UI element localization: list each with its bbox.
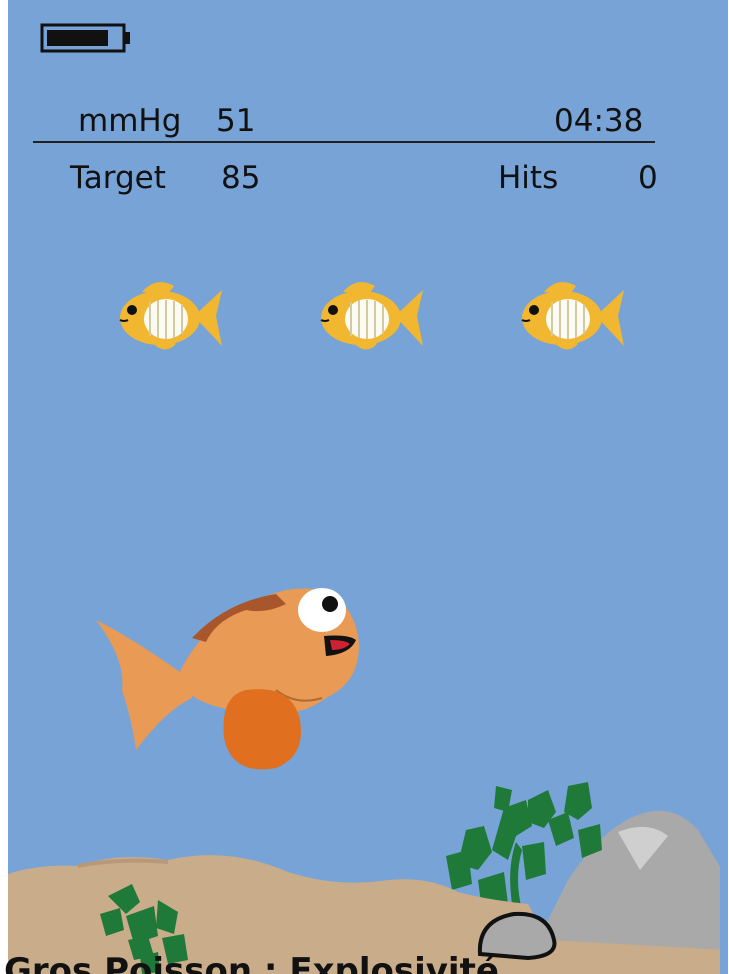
game-caption: Gros Poisson : Explosivité (0, 948, 729, 974)
seafloor-scene (8, 0, 728, 974)
caption-text: Gros Poisson : Explosivité (4, 951, 499, 974)
game-screen[interactable]: mmHg 51 04:38 Target 85 Hits 0 (8, 0, 728, 974)
